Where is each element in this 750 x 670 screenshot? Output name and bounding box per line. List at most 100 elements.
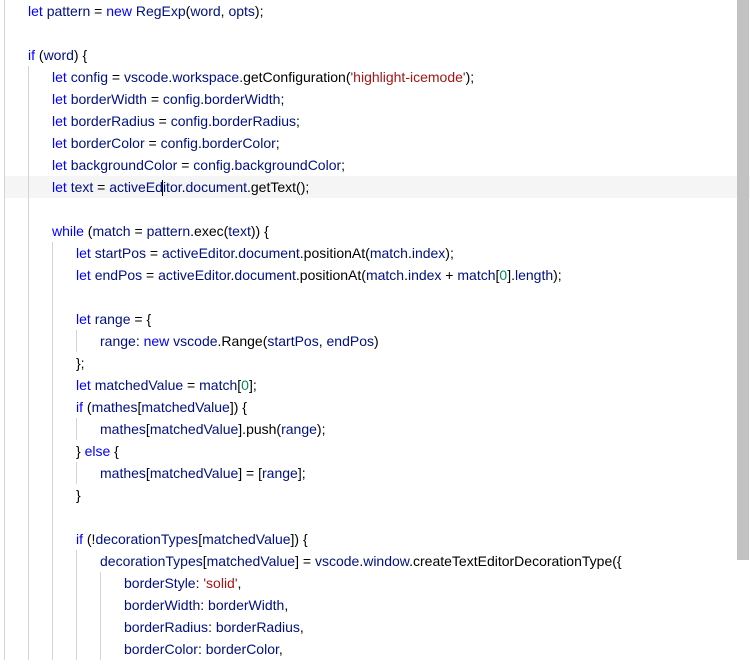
token-fn: positionAt [304, 245, 365, 261]
token-id: config [163, 91, 200, 107]
token-id: match [199, 377, 237, 393]
token-id: pattern [47, 3, 91, 19]
token-punct: : [200, 597, 208, 613]
token-fn: getText [251, 179, 296, 195]
code-line[interactable]: range: new vscode.Range(startPos, endPos… [4, 330, 750, 352]
token-id: borderWidth [208, 597, 284, 613]
token-kw: new [144, 333, 170, 349]
token-str: 'solid' [203, 575, 237, 591]
code-line[interactable]: }; [4, 352, 750, 374]
token-punct: = [93, 179, 109, 195]
token-id: matchedValue [141, 399, 229, 415]
code-line[interactable]: let range = { [4, 308, 750, 330]
token-id: match [92, 223, 130, 239]
token-id: index [412, 245, 445, 261]
token-id: mathes [92, 399, 138, 415]
token-id: RegExp [136, 3, 186, 19]
token-punct: , [300, 619, 304, 635]
code-line[interactable]: if (!decorationTypes[matchedValue]) { [4, 528, 750, 550]
code-line[interactable]: decorationTypes[matchedValue] = vscode.w… [4, 550, 750, 572]
token-kw: if [28, 47, 35, 63]
token-id: borderRadius [124, 619, 208, 635]
token-punct: (! [83, 531, 95, 547]
code-line[interactable]: let borderColor = config.borderColor; [4, 132, 750, 154]
token-punct: ); [445, 245, 454, 261]
code-line[interactable]: } else { [4, 440, 750, 462]
token-id: endPos [327, 333, 374, 349]
token-punct: )) { [251, 223, 269, 239]
code-line[interactable]: let borderRadius = config.borderRadius; [4, 110, 750, 132]
token-id: activeEditor [162, 245, 234, 261]
token-id: text [71, 179, 94, 195]
token-id: config [171, 113, 208, 129]
code-line[interactable]: borderRadius: borderRadius, [4, 616, 750, 638]
code-editor[interactable]: let pattern = new RegExp(word, opts);if … [0, 0, 750, 660]
code-line[interactable]: borderColor: borderColor, [4, 638, 750, 660]
token-punct: ; [341, 157, 345, 173]
token-id: borderRadius [212, 113, 296, 129]
code-line[interactable]: let matchedValue = match[0]; [4, 374, 750, 396]
token-id: vscode [124, 69, 168, 85]
token-id: decorationTypes [95, 531, 198, 547]
code-line[interactable] [4, 22, 750, 44]
token-id: range [95, 311, 131, 327]
token-num: 0 [241, 377, 249, 393]
token-punct: ( [35, 47, 44, 63]
code-line[interactable]: borderWidth: borderWidth, [4, 594, 750, 616]
token-id: length [515, 267, 553, 283]
code-line[interactable] [4, 506, 750, 528]
code-line[interactable]: } [4, 484, 750, 506]
code-line[interactable]: let startPos = activeEditor.document.pos… [4, 242, 750, 264]
code-line[interactable]: borderStyle: 'solid', [4, 572, 750, 594]
token-id: workspace [172, 69, 239, 85]
token-id: opts [228, 3, 254, 19]
token-id: itor [163, 179, 182, 195]
token-kw: let [52, 91, 67, 107]
code-line[interactable]: mathes[matchedValue].push(range); [4, 418, 750, 440]
token-kw: while [52, 223, 84, 239]
token-id: matchedValue [95, 377, 183, 393]
token-kw: let [76, 311, 91, 327]
token-punct: : [198, 641, 206, 657]
token-id: endPos [95, 267, 142, 283]
code-line[interactable]: if (mathes[matchedValue]) { [4, 396, 750, 418]
token-punct: ); [553, 267, 562, 283]
token-kw: let [76, 377, 91, 393]
code-line[interactable] [4, 286, 750, 308]
token-punct: = [183, 377, 199, 393]
token-fn: push [246, 421, 276, 437]
token-id: borderStyle [124, 575, 196, 591]
token-id: matchedValue [207, 553, 295, 569]
token-fn: createTextEditorDecorationType [413, 553, 612, 569]
token-id: word [44, 47, 74, 63]
token-punct: , [284, 597, 288, 613]
token-punct: ; [296, 113, 300, 129]
scrollbar-thumb[interactable] [737, 0, 749, 560]
code-line[interactable]: let text = activeEditor.document.getText… [4, 176, 750, 198]
vertical-scrollbar[interactable] [736, 0, 750, 670]
token-punct: = [155, 113, 171, 129]
token-fn: exec [194, 223, 224, 239]
code-line[interactable]: mathes[matchedValue] = [range]; [4, 462, 750, 484]
token-punct: ; [276, 135, 280, 151]
token-id: borderRadius [216, 619, 300, 635]
code-line[interactable]: let backgroundColor = config.backgroundC… [4, 154, 750, 176]
code-line[interactable]: while (match = pattern.exec(text)) { [4, 220, 750, 242]
token-punct: ); [466, 69, 475, 85]
code-line[interactable]: let borderWidth = config.borderWidth; [4, 88, 750, 110]
token-id: index [408, 267, 441, 283]
code-line[interactable]: if (word) { [4, 44, 750, 66]
code-line[interactable] [4, 198, 750, 220]
token-kw: let [52, 157, 67, 173]
token-id: borderColor [71, 135, 145, 151]
token-id: range [262, 465, 298, 481]
code-line[interactable]: let pattern = new RegExp(word, opts); [4, 0, 750, 22]
token-kw: let [52, 179, 67, 195]
token-punct: = [90, 3, 106, 19]
code-line[interactable]: let endPos = activeEditor.document.posit… [4, 264, 750, 286]
token-id: borderColor [202, 135, 276, 151]
token-punct: { [110, 443, 119, 459]
code-line[interactable]: let config = vscode.workspace.getConfigu… [4, 66, 750, 88]
token-punct: ] = [295, 553, 315, 569]
token-punct: = [145, 135, 161, 151]
